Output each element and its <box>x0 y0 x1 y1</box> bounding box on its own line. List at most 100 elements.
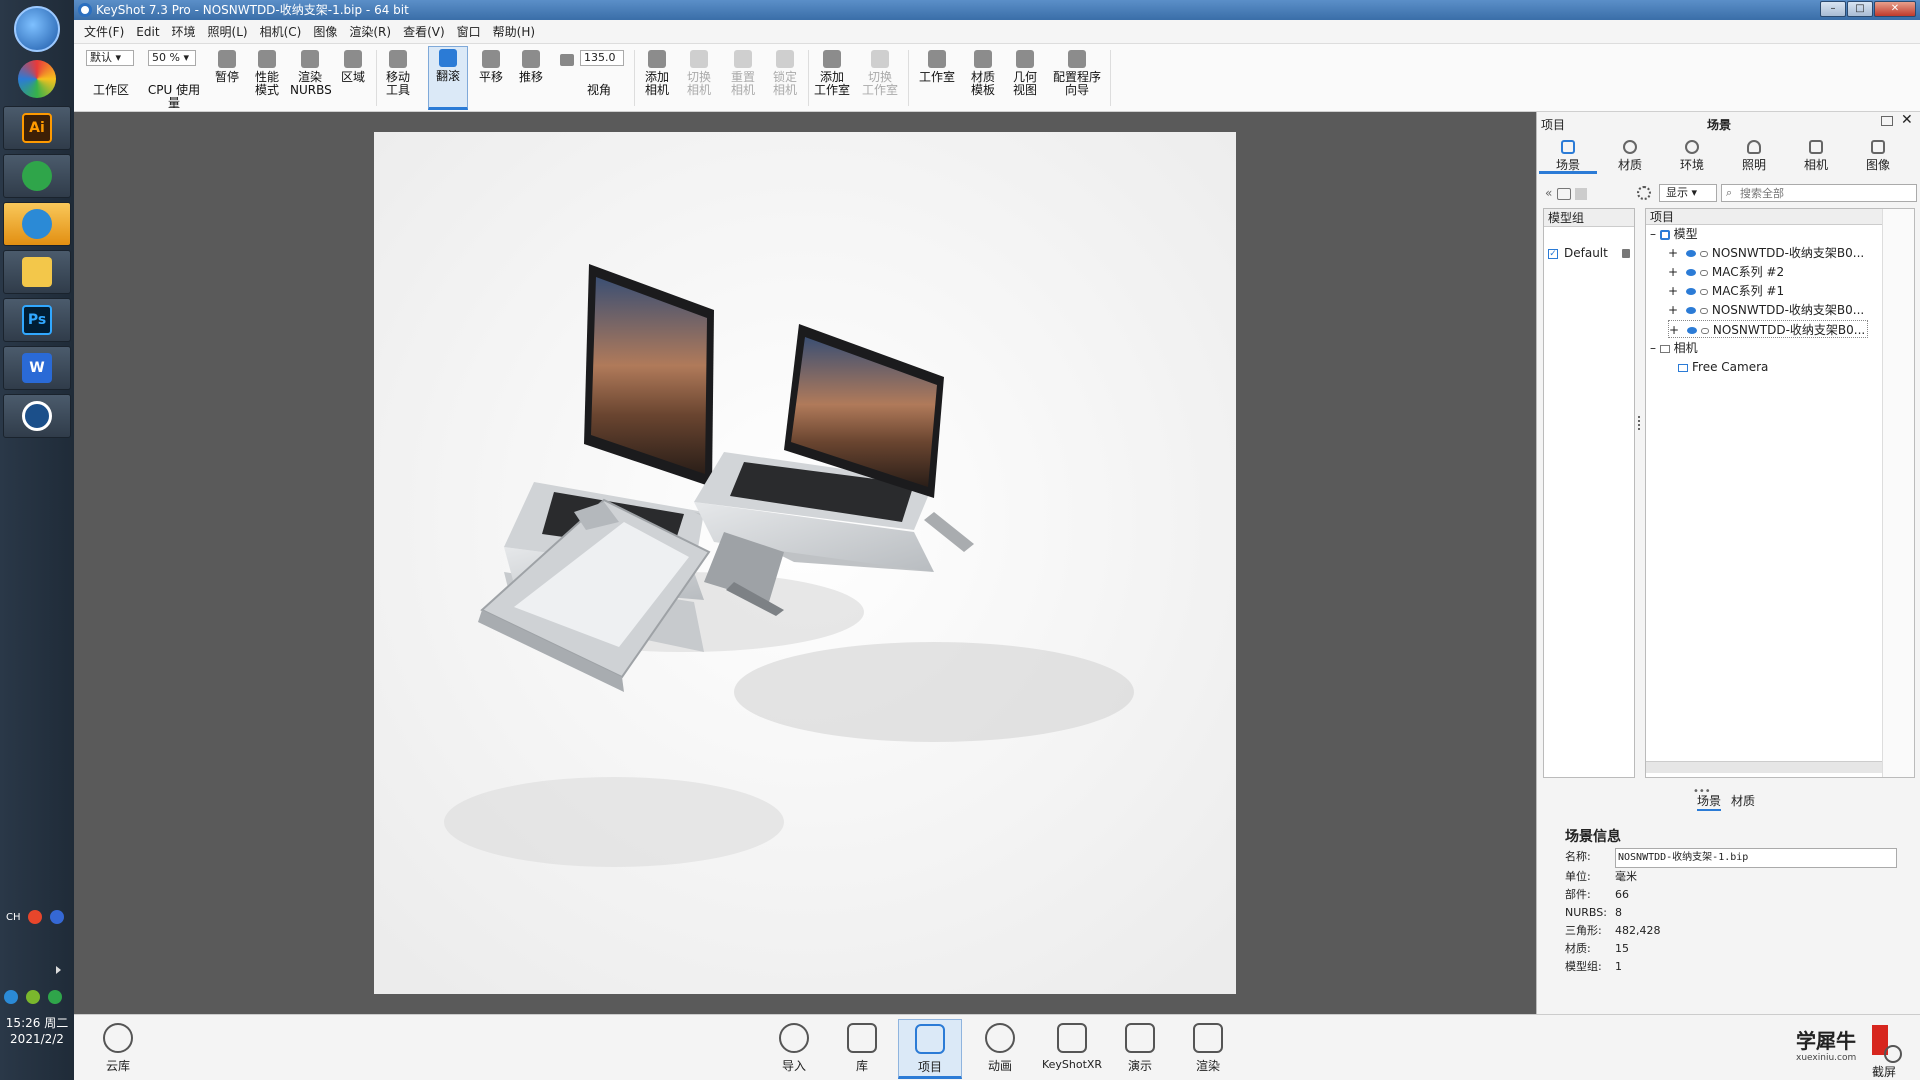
library-button[interactable]: 库 <box>830 1019 894 1079</box>
fov-input[interactable]: 135.0 <box>580 50 624 66</box>
tab-lighting[interactable]: 照明 <box>1725 138 1783 174</box>
keyshotxr-button[interactable]: KeyShotXR <box>1036 1019 1108 1079</box>
tumble-button[interactable]: 翻滚 <box>428 46 468 110</box>
add-camera-button[interactable]: 添加 相机 <box>638 48 676 97</box>
tree-free-camera[interactable]: Free Camera <box>1678 358 1768 376</box>
default-group-label[interactable]: Default <box>1564 246 1608 260</box>
tray-icon-2[interactable] <box>26 990 40 1004</box>
subtab-scene[interactable]: 场景 <box>1697 792 1722 811</box>
system-clock[interactable]: 15:26 周二 2021/2/2 <box>0 1015 74 1047</box>
render-nurbs-button[interactable]: 渲染 NURBS <box>290 48 332 97</box>
tree-item[interactable]: + NOSNWTDD-收纳支架B0... <box>1668 301 1864 319</box>
menu-window[interactable]: 窗口 <box>451 23 487 40</box>
menu-render[interactable]: 渲染(R) <box>343 23 397 40</box>
add-group-icon[interactable] <box>1557 188 1571 200</box>
pan-button[interactable]: 平移 <box>474 48 508 84</box>
tab-image[interactable]: 图像 <box>1849 138 1907 174</box>
default-group-checkbox[interactable]: ✓ <box>1548 249 1558 259</box>
ime-indicator[interactable]: CH <box>6 912 21 923</box>
render-viewport[interactable] <box>74 112 1536 1014</box>
reset-camera-button[interactable]: 重置 相机 <box>724 48 762 97</box>
menu-view[interactable]: 查看(V) <box>397 23 451 40</box>
visibility-eye-icon[interactable] <box>1686 327 1697 334</box>
studio-button[interactable]: 工作室 <box>914 48 960 84</box>
subtab-material[interactable]: 材质 <box>1731 792 1755 809</box>
start-button[interactable] <box>14 6 60 52</box>
move-tool-button[interactable]: 移动 工具 <box>380 48 416 97</box>
tree-item[interactable]: + MAC系列 #1 <box>1668 282 1784 300</box>
visibility-eye-icon[interactable] <box>1685 250 1696 257</box>
region-button[interactable]: 区域 <box>336 48 370 84</box>
lock-icon[interactable] <box>1622 249 1630 258</box>
menu-camera[interactable]: 相机(C) <box>254 23 308 40</box>
maximize-button[interactable]: □ <box>1847 1 1873 17</box>
color-app-icon[interactable] <box>18 60 56 98</box>
tab-material[interactable]: 材质 <box>1601 138 1659 174</box>
taskbar-explorer[interactable] <box>3 250 71 294</box>
gear-icon[interactable] <box>1637 186 1651 200</box>
dolly-button[interactable]: 推移 <box>514 48 548 84</box>
visibility-eye-icon[interactable] <box>1685 288 1696 295</box>
workspace-select[interactable]: 默认 ▾ <box>86 50 134 66</box>
tree-node-camera[interactable]: – 相机 <box>1650 339 1698 357</box>
display-select[interactable]: 显示 ▾ <box>1659 184 1717 202</box>
screenshot-label[interactable]: 截屏 <box>1872 1063 1896 1080</box>
visibility-eye-icon[interactable] <box>1685 269 1696 276</box>
search-field[interactable]: ⌕ <box>1721 184 1917 202</box>
cloud-library-button[interactable]: 云库 <box>86 1019 150 1079</box>
menu-file[interactable]: 文件(F) <box>78 23 130 40</box>
visibility-eye-icon[interactable] <box>1685 307 1696 314</box>
vertical-scrollbar[interactable] <box>1882 209 1914 777</box>
import-button[interactable]: 导入 <box>762 1019 826 1079</box>
tray-icon-1[interactable] <box>4 990 18 1004</box>
render-canvas[interactable] <box>374 132 1236 994</box>
help-icon[interactable] <box>50 910 64 924</box>
performance-mode-button[interactable]: 性能 模式 <box>250 48 284 97</box>
menu-environment[interactable]: 环境 <box>166 23 202 40</box>
switch-studio-button[interactable]: 切换 工作室 <box>858 48 902 97</box>
search-input[interactable] <box>1740 186 1910 200</box>
animation-button[interactable]: 动画 <box>968 1019 1032 1079</box>
taskbar-keyshot[interactable] <box>3 394 71 438</box>
minimize-button[interactable]: – <box>1820 1 1846 17</box>
pause-button[interactable]: 暂停 <box>212 48 242 84</box>
taskbar-wps[interactable]: W <box>3 346 71 390</box>
tree-item-selected[interactable]: + NOSNWTDD-收纳支架B0... <box>1668 320 1868 338</box>
configurator-wizard-button[interactable]: 配置程序 向导 <box>1048 48 1106 97</box>
tree-item[interactable]: + NOSNWTDD-收纳支架B0... <box>1668 244 1864 262</box>
collapse-icon[interactable]: « <box>1545 186 1552 200</box>
switch-camera-button[interactable]: 切换 相机 <box>680 48 718 97</box>
menu-image[interactable]: 图像 <box>307 23 343 40</box>
add-studio-button[interactable]: 添加 工作室 <box>810 48 854 97</box>
tab-camera[interactable]: 相机 <box>1787 138 1845 174</box>
float-panel-icon[interactable] <box>1881 116 1893 126</box>
menu-lighting[interactable]: 照明(L) <box>202 23 254 40</box>
tree-item[interactable]: + MAC系列 #2 <box>1668 263 1784 281</box>
sogou-icon[interactable] <box>28 910 42 924</box>
zoom-select[interactable]: 50 % ▾ <box>148 50 196 66</box>
material-template-button[interactable]: 材质 模板 <box>964 48 1002 97</box>
screenshot-icon[interactable] <box>1884 1045 1902 1063</box>
tab-scene[interactable]: 场景 <box>1539 138 1597 174</box>
menu-help[interactable]: 帮助(H) <box>487 23 541 40</box>
delete-icon[interactable] <box>1575 188 1587 200</box>
project-button[interactable]: 项目 <box>898 1019 962 1079</box>
render-button[interactable]: 渲染 <box>1176 1019 1240 1079</box>
lock-camera-button[interactable]: 锁定 相机 <box>766 48 804 97</box>
taskbar-illustrator[interactable]: Ai <box>3 106 71 150</box>
tray-expand-icon[interactable] <box>56 966 61 974</box>
tree-node-models[interactable]: – 模型 <box>1650 225 1698 243</box>
taskbar-messenger[interactable] <box>3 202 71 246</box>
tray-icon-3[interactable] <box>48 990 62 1004</box>
scene-name-field[interactable]: NOSNWTDD-收纳支架-1.bip <box>1615 848 1897 868</box>
close-button[interactable]: ✕ <box>1874 1 1916 17</box>
horizontal-scrollbar[interactable] <box>1646 761 1882 773</box>
tab-environment[interactable]: 环境 <box>1663 138 1721 174</box>
taskbar-photoshop[interactable]: Ps <box>3 298 71 342</box>
presentation-button[interactable]: 演示 <box>1108 1019 1172 1079</box>
splitter-handle[interactable] <box>1638 416 1641 430</box>
taskbar-browser[interactable] <box>3 154 71 198</box>
menu-edit[interactable]: Edit <box>130 25 165 39</box>
geometry-view-button[interactable]: 几何 视图 <box>1006 48 1044 97</box>
close-panel-icon[interactable]: ✕ <box>1901 112 1913 128</box>
